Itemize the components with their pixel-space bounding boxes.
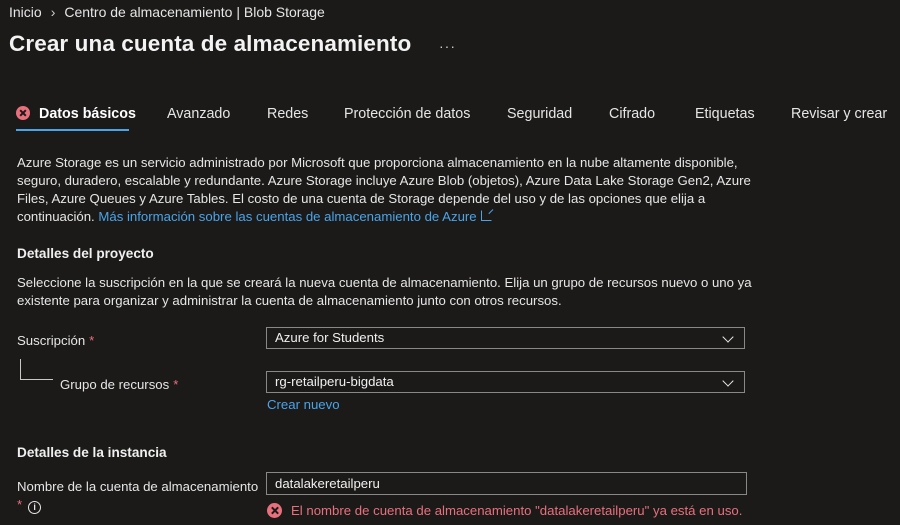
subscription-select[interactable]: Azure for Students	[266, 327, 745, 349]
account-name-label: Nombre de la cuenta de almacenamiento * i	[17, 478, 258, 514]
tab-proteccion-de-datos[interactable]: Protección de datos	[344, 96, 470, 130]
account-name-error: El nombre de cuenta de almacenamiento "d…	[267, 503, 742, 518]
subscription-label: Suscripción *	[17, 333, 94, 348]
tab-avanzado[interactable]: Avanzado	[167, 96, 230, 130]
tab-seguridad[interactable]: Seguridad	[507, 96, 572, 130]
page-title: Crear una cuenta de almacenamiento	[9, 31, 412, 56]
active-tab-indicator	[16, 129, 129, 131]
required-marker: *	[89, 333, 95, 348]
project-description: Seleccione la suscripción en la que se c…	[17, 275, 752, 308]
breadcrumb-current-link[interactable]: Centro de almacenamiento | Blob Storage	[64, 4, 324, 20]
account-name-input[interactable]: datalakeretailperu	[266, 472, 747, 495]
tab-revisar-y-crear[interactable]: Revisar y crear	[791, 96, 887, 130]
external-link-icon	[480, 210, 492, 221]
more-options-icon[interactable]: ···	[439, 38, 456, 54]
tree-connector-horizontal	[20, 379, 53, 380]
chevron-down-icon	[722, 375, 734, 387]
tab-etiquetas[interactable]: Etiquetas	[695, 96, 755, 130]
create-new-resource-group-link[interactable]: Crear nuevo	[267, 397, 340, 412]
error-icon	[16, 106, 30, 120]
info-icon[interactable]: i	[28, 501, 42, 514]
learn-more-label: Más información sobre las cuentas de alm…	[98, 209, 477, 224]
learn-more-link[interactable]: Más información sobre las cuentas de alm…	[98, 209, 492, 224]
resource-group-label: Grupo de recursos *	[60, 377, 178, 392]
tab-redes[interactable]: Redes	[267, 96, 308, 130]
project-details-heading: Detalles del proyecto	[17, 246, 154, 261]
account-name-value: datalakeretailperu	[275, 476, 380, 491]
breadcrumb-separator-icon: ›	[50, 4, 56, 20]
resource-group-label-text: Grupo de recursos	[60, 377, 170, 392]
account-name-error-text: El nombre de cuenta de almacenamiento "d…	[291, 503, 743, 518]
tab-cifrado[interactable]: Cifrado	[609, 96, 655, 130]
instance-details-heading: Detalles de la instancia	[17, 445, 167, 460]
resource-group-select[interactable]: rg-retailperu-bigdata	[266, 371, 745, 393]
subscription-value: Azure for Students	[275, 330, 385, 345]
required-marker: *	[173, 377, 179, 392]
error-icon	[267, 503, 282, 518]
tab-bar: Datos básicos Avanzado Redes Protección …	[0, 96, 900, 132]
account-name-label-text: Nombre de la cuenta de almacenamiento	[17, 479, 259, 494]
subscription-label-text: Suscripción	[17, 333, 86, 348]
tab-datos-basicos[interactable]: Datos básicos	[16, 96, 136, 130]
chevron-down-icon	[722, 331, 734, 343]
resource-group-value: rg-retailperu-bigdata	[275, 374, 394, 389]
breadcrumb-home-link[interactable]: Inicio	[9, 4, 42, 20]
tree-connector	[20, 359, 21, 379]
intro-paragraph: Azure Storage es un servicio administrad…	[17, 154, 752, 226]
breadcrumb: Inicio › Centro de almacenamiento | Blob…	[9, 4, 325, 20]
tab-label: Datos básicos	[39, 106, 136, 122]
required-marker: *	[17, 497, 23, 512]
